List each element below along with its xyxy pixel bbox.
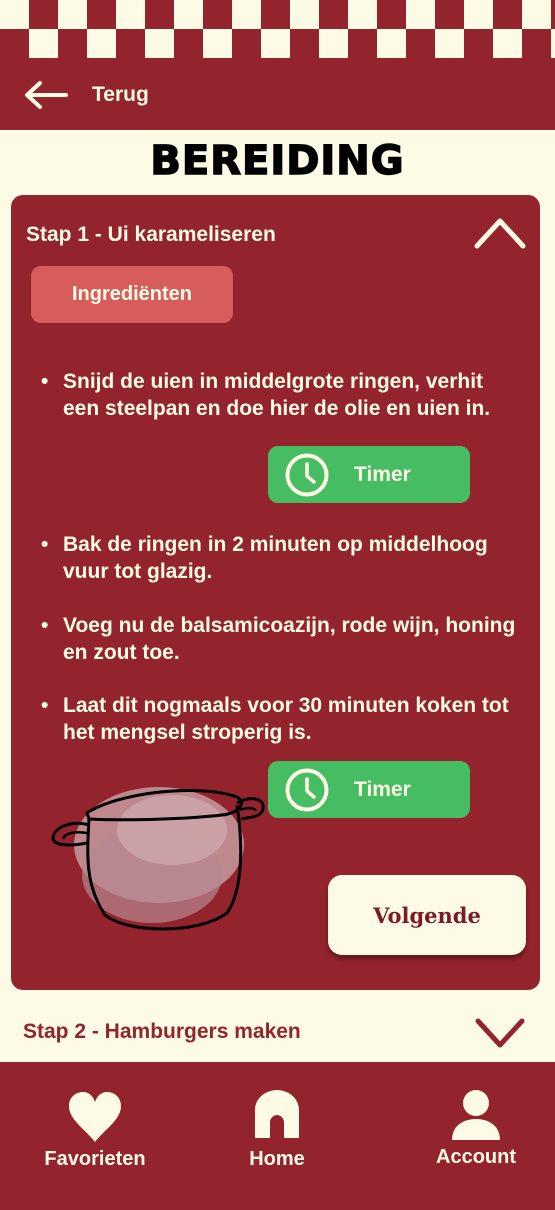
step-1-card: Stap 1 - Ui karameliseren Ingrediënten •… xyxy=(11,195,540,990)
heart-icon xyxy=(69,1092,121,1142)
bottom-navigation: Favorieten Home Account xyxy=(0,1062,555,1210)
nav-account-label: Account xyxy=(436,1146,516,1168)
step-2-header[interactable]: Stap 2 - Hamburgers maken xyxy=(0,1000,555,1062)
back-label: Terug xyxy=(92,83,149,106)
bullet: • xyxy=(41,533,49,556)
chevron-up-icon[interactable] xyxy=(472,215,528,251)
top-bar: Terug xyxy=(0,58,555,130)
bullet: • xyxy=(41,370,49,393)
timer-label: Timer xyxy=(354,463,411,486)
timer-label: Timer xyxy=(354,778,411,801)
instruction-item: • Bak de ringen in 2 minuten op middelho… xyxy=(41,531,521,585)
next-button[interactable]: Volgende xyxy=(328,875,526,955)
home-icon xyxy=(255,1090,299,1138)
user-icon xyxy=(452,1090,500,1140)
instruction-text: Voeg nu de balsamicoazijn, rode wijn, ho… xyxy=(63,614,516,664)
instruction-item: • Voeg nu de balsamicoazijn, rode wijn, … xyxy=(41,612,521,666)
timer-button[interactable]: Timer xyxy=(268,446,470,503)
chevron-down-icon[interactable] xyxy=(474,1016,526,1050)
nav-account[interactable]: Account xyxy=(411,1084,541,1184)
bullet: • xyxy=(41,694,49,717)
back-button[interactable]: Terug xyxy=(22,78,149,112)
instruction-text: Bak de ringen in 2 minuten op middelhoog… xyxy=(63,533,488,583)
clock-icon xyxy=(285,768,329,812)
ingredients-button[interactable]: Ingrediënten xyxy=(31,266,233,323)
nav-home[interactable]: Home xyxy=(212,1084,342,1184)
bullet: • xyxy=(41,614,49,637)
instruction-text: Laat dit nogmaals voor 30 minuten koken … xyxy=(63,694,509,744)
step-1-title: Stap 1 - Ui karameliseren xyxy=(26,223,276,246)
step-2-title: Stap 2 - Hamburgers maken xyxy=(23,1020,301,1043)
page-title: BEREIDING xyxy=(150,137,405,185)
nav-favorites[interactable]: Favorieten xyxy=(30,1084,160,1184)
nav-favorites-label: Favorieten xyxy=(44,1148,146,1170)
clock-icon xyxy=(285,453,329,497)
instruction-item: • Snijd de uien in middelgrote ringen, v… xyxy=(41,368,521,422)
timer-button[interactable]: Timer xyxy=(268,761,470,818)
instruction-item: • Laat dit nogmaals voor 30 minuten koke… xyxy=(41,692,521,746)
nav-home-label: Home xyxy=(249,1148,305,1170)
checkered-banner xyxy=(0,0,555,58)
arrow-left-icon xyxy=(25,81,68,109)
instruction-text: Snijd de uien in middelgrote ringen, ver… xyxy=(63,370,491,420)
cooking-pot-illustration xyxy=(51,787,265,931)
